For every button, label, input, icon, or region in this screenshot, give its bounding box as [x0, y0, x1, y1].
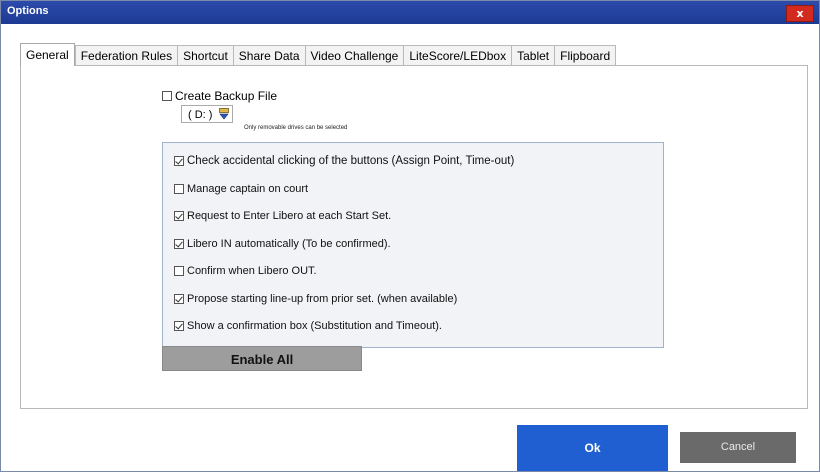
- option-label: Propose starting line-up from prior set.…: [187, 293, 458, 305]
- drive-value: ( D: ): [188, 109, 213, 121]
- title-bar[interactable]: Options x: [1, 1, 819, 24]
- tab-litescore-ledbox[interactable]: LiteScore/LEDbox: [404, 45, 513, 66]
- options-panel: Check accidental clicking of the buttons…: [162, 142, 664, 348]
- enable-all-button[interactable]: Enable All: [162, 346, 362, 371]
- tab-flipboard[interactable]: Flipboard: [555, 45, 617, 66]
- drive-note: Only removable drives can be selected: [244, 125, 348, 131]
- checkbox-checked-icon[interactable]: [174, 156, 184, 166]
- option-show-confirmation-box[interactable]: Show a confirmation box (Substitution an…: [174, 320, 442, 332]
- checkbox-icon[interactable]: [174, 184, 184, 194]
- option-label: Confirm when Libero OUT.: [187, 265, 317, 277]
- option-manage-captain[interactable]: Manage captain on court: [174, 183, 308, 195]
- option-label: Show a confirmation box (Substitution an…: [187, 320, 442, 332]
- create-backup-label: Create Backup File: [175, 89, 278, 103]
- tab-share-data[interactable]: Share Data: [233, 45, 306, 66]
- tab-video-challenge[interactable]: Video Challenge: [305, 45, 405, 66]
- checkbox-checked-icon[interactable]: [174, 239, 184, 249]
- create-backup-checkbox[interactable]: Create Backup File: [162, 89, 277, 103]
- cancel-button[interactable]: Cancel: [680, 432, 796, 463]
- checkbox-icon[interactable]: [162, 91, 172, 101]
- option-request-libero[interactable]: Request to Enter Libero at each Start Se…: [174, 210, 391, 222]
- option-label: Check accidental clicking of the buttons…: [187, 155, 515, 167]
- checkbox-checked-icon[interactable]: [174, 321, 184, 331]
- checkbox-checked-icon[interactable]: [174, 294, 184, 304]
- option-propose-lineup[interactable]: Propose starting line-up from prior set.…: [174, 293, 457, 305]
- drive-selector[interactable]: ( D: ): [181, 105, 233, 123]
- option-libero-in-auto[interactable]: Libero IN automatically (To be confirmed…: [174, 238, 391, 250]
- option-confirm-libero-out[interactable]: Confirm when Libero OUT.: [174, 265, 317, 277]
- checkbox-icon[interactable]: [174, 266, 184, 276]
- close-icon: x: [796, 7, 804, 20]
- tab-shortcut[interactable]: Shortcut: [178, 45, 234, 66]
- close-button[interactable]: x: [786, 5, 814, 22]
- checkbox-checked-icon[interactable]: [174, 211, 184, 221]
- options-dialog: Options x General Federation Rules Short…: [0, 0, 820, 472]
- tab-bar: General Federation Rules Shortcut Share …: [20, 43, 617, 66]
- option-label: Manage captain on court: [187, 183, 309, 195]
- ok-button[interactable]: Ok: [517, 425, 668, 471]
- drive-dropdown-icon[interactable]: [219, 108, 229, 120]
- option-check-accidental-clicking[interactable]: Check accidental clicking of the buttons…: [174, 155, 514, 167]
- tab-tablet[interactable]: Tablet: [512, 45, 556, 66]
- window-title: Options: [7, 5, 49, 17]
- tab-general[interactable]: General: [20, 43, 75, 66]
- option-label: Request to Enter Libero at each Start Se…: [187, 210, 392, 222]
- option-label: Libero IN automatically (To be confirmed…: [187, 238, 391, 250]
- tab-federation-rules[interactable]: Federation Rules: [74, 45, 179, 66]
